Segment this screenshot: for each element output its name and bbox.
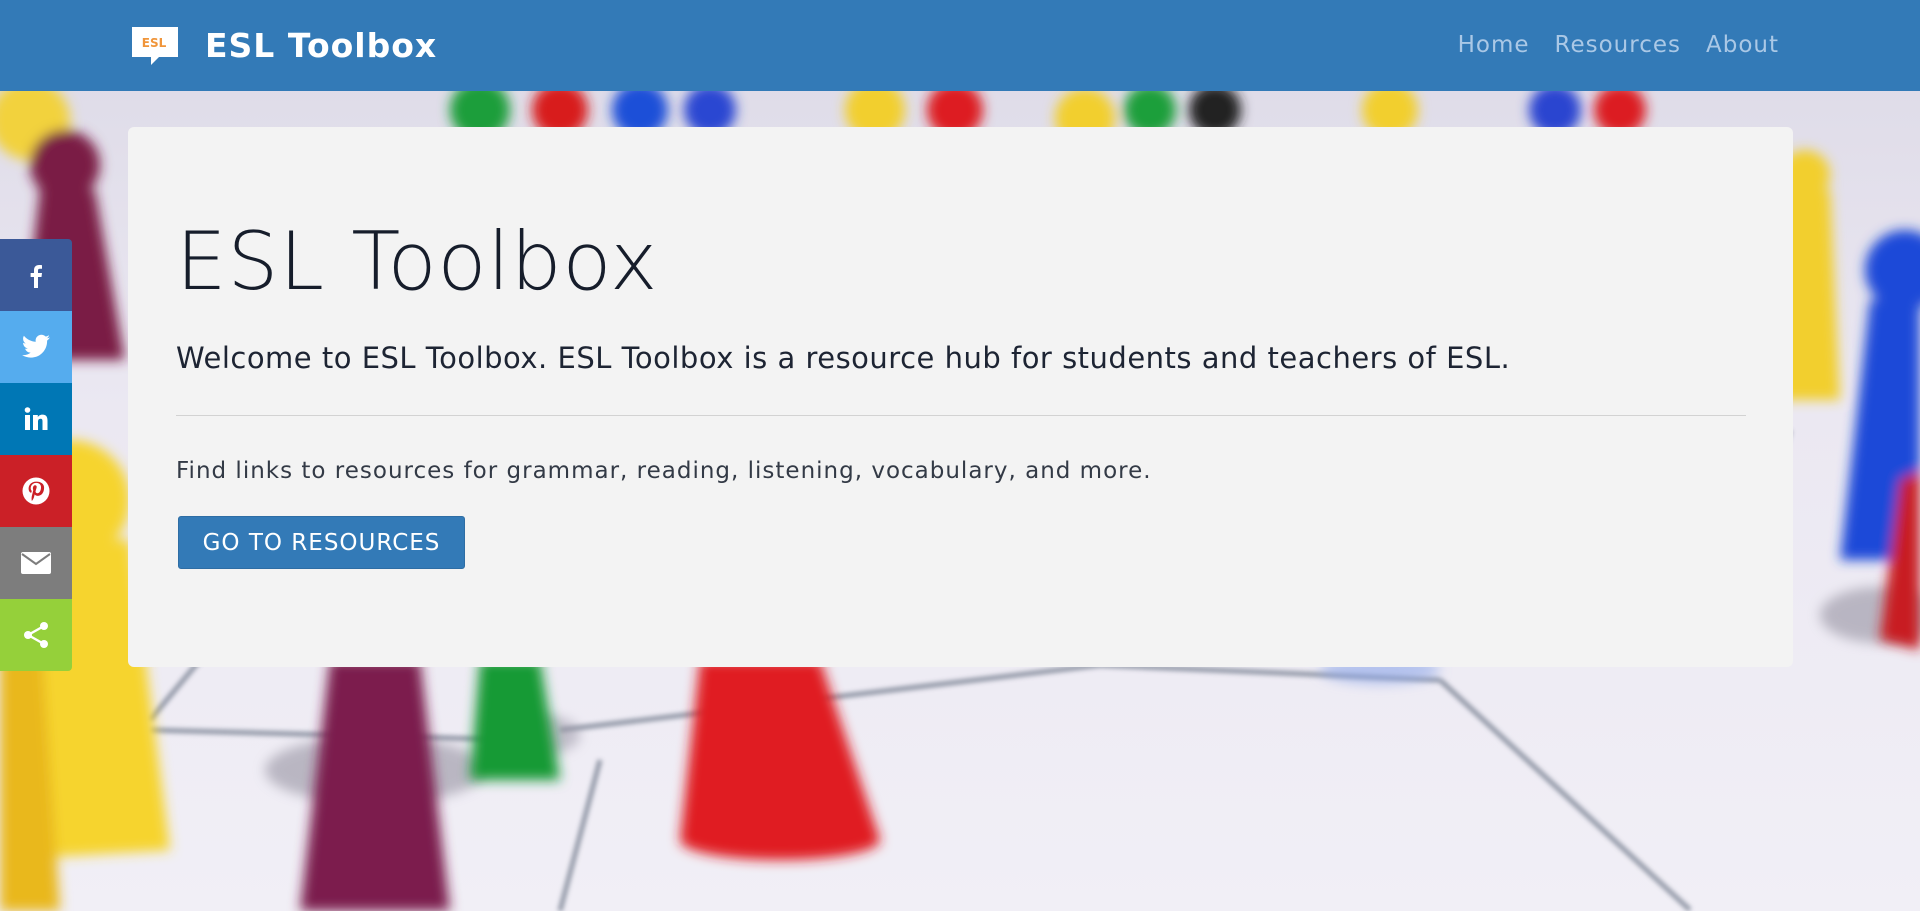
- esl-logo-icon: ESL: [132, 27, 178, 65]
- linkedin-share-button[interactable]: [0, 383, 72, 455]
- hero-divider: [176, 415, 1746, 416]
- twitter-icon: [22, 334, 50, 358]
- more-share-button[interactable]: [0, 599, 72, 671]
- nav-about-link[interactable]: About: [1706, 28, 1779, 62]
- hero-card: ESL Toolbox Welcome to ESL Toolbox. ESL …: [128, 127, 1793, 667]
- brand-name: ESL Toolbox: [205, 25, 438, 65]
- linkedin-icon: [24, 407, 48, 430]
- logo-text: ESL: [142, 36, 167, 50]
- pinterest-share-button[interactable]: [0, 455, 72, 527]
- facebook-icon: [30, 265, 42, 288]
- top-navbar: ESL ESL Toolbox Home Resources About: [0, 0, 1920, 91]
- twitter-share-button[interactable]: [0, 311, 72, 383]
- hero-title: ESL Toolbox: [176, 215, 659, 308]
- facebook-share-button[interactable]: [0, 239, 72, 311]
- email-icon: [21, 552, 51, 574]
- hero-lead-text: Welcome to ESL Toolbox. ESL Toolbox is a…: [176, 341, 1511, 375]
- nav-home-link[interactable]: Home: [1458, 28, 1530, 62]
- brand-link[interactable]: ESL ESL Toolbox: [129, 22, 437, 68]
- hero-description: Find links to resources for grammar, rea…: [176, 458, 1152, 484]
- share-icon: [24, 622, 48, 648]
- nav-resources-link[interactable]: Resources: [1555, 28, 1681, 62]
- go-to-resources-button[interactable]: GO TO RESOURCES: [178, 516, 465, 569]
- pinterest-icon: [22, 477, 50, 505]
- social-share-bar: [0, 239, 72, 671]
- nav-links: Home Resources About: [1458, 28, 1779, 62]
- email-share-button[interactable]: [0, 527, 72, 599]
